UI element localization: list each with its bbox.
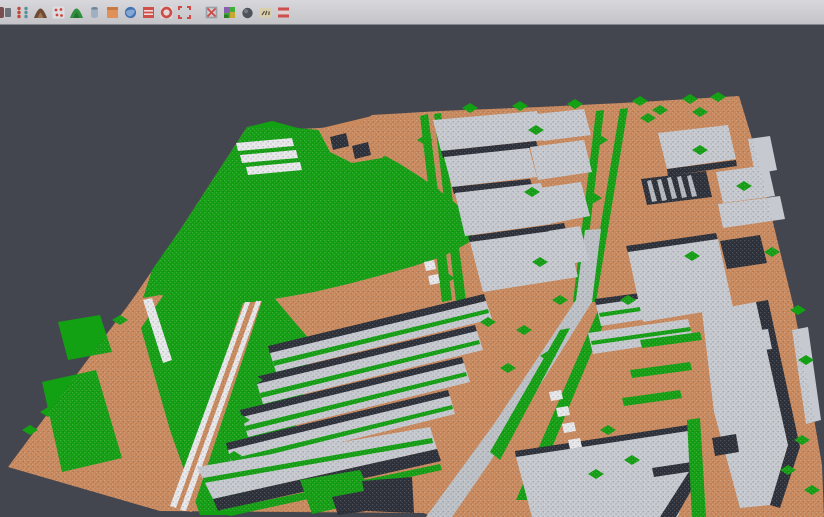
layers-icon[interactable]: [139, 1, 157, 23]
classification-icon[interactable]: [220, 1, 238, 23]
selection-icon[interactable]: [175, 1, 193, 23]
point-picking-icon[interactable]: [49, 1, 67, 23]
measure-icon[interactable]: [256, 1, 274, 23]
gear-icon[interactable]: [157, 1, 175, 23]
viewport-3d[interactable]: [0, 0, 824, 517]
vegetation-icon[interactable]: [67, 1, 85, 23]
histogram-icon[interactable]: [274, 1, 292, 23]
application-window: [0, 0, 824, 517]
toolbar-separator: [193, 1, 202, 23]
globe-icon[interactable]: [121, 1, 139, 23]
pointcloud-dither-dark: [8, 96, 824, 517]
mesh-icon[interactable]: [238, 1, 256, 23]
registration-icon[interactable]: [13, 1, 31, 23]
plane-icon[interactable]: [103, 1, 121, 23]
toolbar: [0, 0, 824, 25]
save-icon[interactable]: [0, 1, 13, 23]
primitive-icon[interactable]: [85, 1, 103, 23]
terrain-icon[interactable]: [31, 1, 49, 23]
clipping-box-icon[interactable]: [202, 1, 220, 23]
